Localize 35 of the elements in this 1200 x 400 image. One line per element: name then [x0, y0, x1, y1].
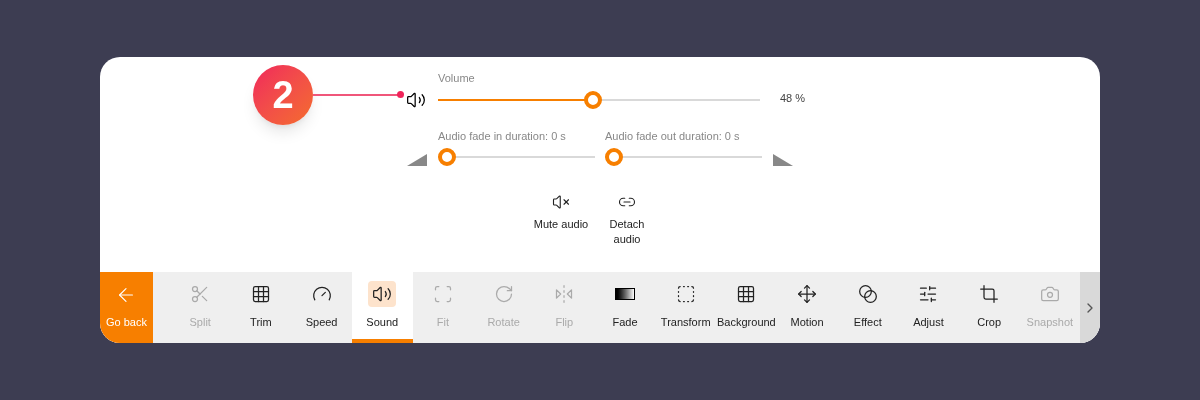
crop-icon: [979, 283, 1000, 304]
tool-tab[interactable]: Effect: [837, 272, 899, 343]
fit-icon: [432, 283, 453, 304]
tool-tab[interactable]: Fade: [594, 272, 656, 343]
flip-icon: [554, 283, 575, 304]
scroll-right-button[interactable]: [1080, 272, 1100, 343]
slider-thumb[interactable]: [583, 90, 602, 109]
volume-label: Volume: [438, 71, 476, 86]
tool-tab[interactable]: Crop: [958, 272, 1020, 343]
motion-icon: [797, 283, 818, 304]
mute-icon: [552, 193, 570, 211]
tool-tab[interactable]: Speed: [291, 272, 352, 343]
slider-thumb[interactable]: [438, 148, 456, 166]
tool-tab[interactable]: Background: [716, 272, 777, 343]
volume-reading: 48 %: [780, 91, 806, 106]
detach-audio-button[interactable]: Detach audio: [599, 193, 655, 247]
fade-in-label: Audio fade in duration: 0 s: [438, 128, 567, 144]
fade-out-slider[interactable]: [605, 147, 762, 167]
fade-in-slider[interactable]: [438, 147, 595, 167]
adjust-icon: [918, 283, 939, 304]
fade-out-label: Audio fade out duration: 0 s: [605, 128, 741, 144]
slider-thumb[interactable]: [605, 148, 623, 166]
rotate-icon: [493, 283, 514, 304]
callout-badge: 2: [253, 65, 313, 125]
tool-tab[interactable]: Sound: [351, 272, 413, 343]
fade-in-icon: [406, 153, 428, 167]
tool-tab[interactable]: Transform: [655, 272, 717, 343]
fade-out-icon: [772, 153, 794, 167]
tool-tab[interactable]: Trim: [230, 272, 292, 343]
effect-icon: [857, 283, 878, 304]
volume-slider[interactable]: [438, 89, 760, 110]
tool-tab[interactable]: Motion: [776, 272, 838, 343]
mute-audio-button[interactable]: Mute audio: [533, 193, 589, 247]
tool-tab[interactable]: Adjust: [898, 272, 959, 343]
gradient-icon: [615, 287, 635, 300]
